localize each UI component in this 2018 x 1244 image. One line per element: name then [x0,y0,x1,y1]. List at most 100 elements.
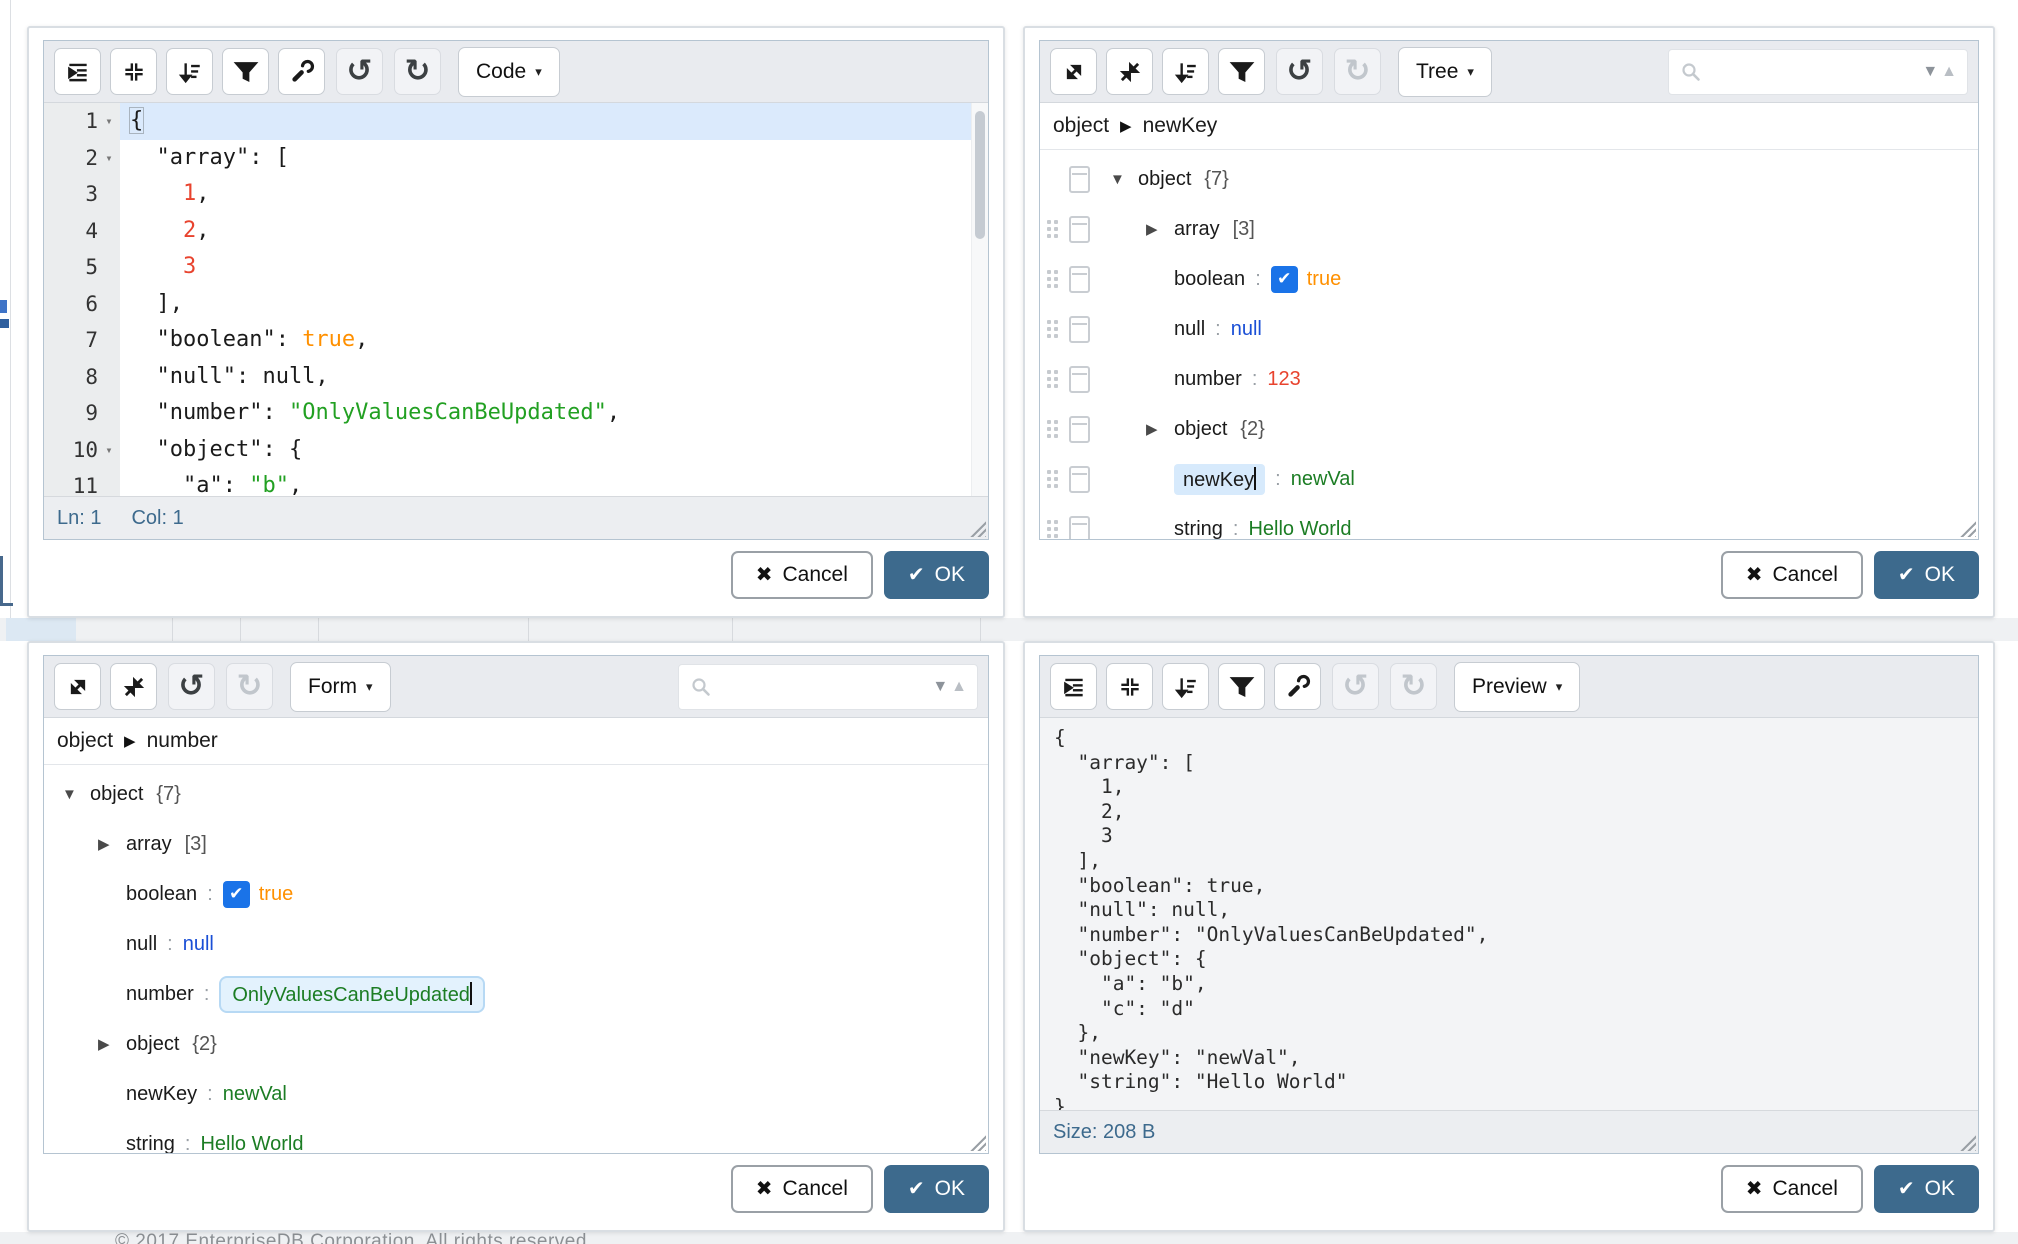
scrollbar-thumb[interactable] [975,111,985,239]
context-menu-button[interactable] [1069,216,1090,243]
format-button[interactable] [54,48,101,95]
field-name[interactable]: number [126,983,194,1006]
mode-select-button[interactable]: Preview▾ [1454,662,1580,712]
field-value[interactable]: OnlyValuesCanBeUpdated [219,976,485,1013]
drag-handle-icon[interactable] [1047,367,1062,391]
collapse-button[interactable] [110,663,157,710]
context-menu-button[interactable] [1069,316,1090,343]
field-name[interactable]: string [126,1133,175,1154]
code-lines[interactable]: { "array": [ 1, 2, 3 ], "boolean": true,… [120,103,988,496]
boolean-checkbox[interactable]: ✔ [223,881,250,908]
code-line[interactable]: "object": { [120,432,988,469]
collapse-button[interactable] [1106,48,1153,95]
undo-button[interactable]: ↺ [1276,48,1323,95]
cancel-button[interactable]: ✖ Cancel [731,1165,873,1213]
code-line[interactable]: "boolean": true, [120,322,988,359]
filter-button[interactable] [1218,48,1265,95]
redo-button[interactable]: ↻ [1334,48,1381,95]
redo-button[interactable]: ↻ [394,48,441,95]
field-name[interactable]: boolean [1174,268,1245,291]
compact-button[interactable] [110,48,157,95]
search-input[interactable] [1711,60,1914,84]
mode-select-button[interactable]: Code▾ [458,47,560,97]
context-menu-button[interactable] [1069,466,1090,493]
field-name[interactable]: null [1174,318,1205,341]
field-value[interactable]: null [1231,318,1262,341]
field-value[interactable]: Hello World [200,1133,303,1154]
field-name[interactable]: array [126,833,172,856]
field-value[interactable]: newVal [1291,468,1355,491]
field-value[interactable]: true [259,883,293,906]
field-value[interactable]: true [1307,268,1341,291]
fold-caret-icon[interactable]: ▾ [98,140,120,177]
code-line[interactable]: { [120,103,988,140]
repair-button[interactable] [278,48,325,95]
field-name[interactable]: object [90,783,143,806]
undo-button[interactable]: ↺ [1332,663,1379,710]
mode-select-button[interactable]: Form▾ [290,662,391,712]
code-line[interactable]: 2, [120,213,988,250]
code-line[interactable]: 1, [120,176,988,213]
field-name[interactable]: string [1174,518,1223,540]
cancel-button[interactable]: ✖ Cancel [1721,1165,1863,1213]
code-line[interactable]: "number": "OnlyValuesCanBeUpdated", [120,395,988,432]
resize-handle-icon[interactable] [969,520,986,537]
breadcrumb-item[interactable]: object [57,729,113,753]
field-name[interactable]: number [1174,368,1242,391]
field-name[interactable]: object [1174,418,1227,441]
repair-button[interactable] [1274,663,1321,710]
drag-handle-icon[interactable] [1047,217,1062,241]
fold-caret-icon[interactable]: ▾ [98,103,120,140]
sort-button[interactable] [166,48,213,95]
field-value[interactable]: 123 [1267,368,1300,391]
drag-handle-icon[interactable] [1047,467,1062,491]
sort-button[interactable] [1162,663,1209,710]
search-input[interactable] [721,675,924,699]
code-editor[interactable]: 1▾2▾345678910▾1112 { "array": [ 1, 2, 3 … [44,103,988,496]
undo-button[interactable]: ↺ [168,663,215,710]
ok-button[interactable]: ✔ OK [884,1165,989,1213]
redo-button[interactable]: ↻ [1390,663,1437,710]
field-name[interactable]: object [126,1033,179,1056]
ok-button[interactable]: ✔ OK [1874,551,1979,599]
compact-button[interactable] [1106,663,1153,710]
expand-node-icon[interactable]: ▶ [1140,220,1174,238]
expand-node-icon[interactable]: ▶ [1140,420,1174,438]
context-menu-button[interactable] [1069,516,1090,540]
next-result-icon[interactable]: ▼ [932,678,948,696]
redo-button[interactable]: ↻ [226,663,273,710]
ok-button[interactable]: ✔ OK [884,551,989,599]
mode-select-button[interactable]: Tree▾ [1398,47,1492,97]
expand-node-icon[interactable]: ▶ [92,835,126,853]
filter-button[interactable] [222,48,269,95]
context-menu-button[interactable] [1069,366,1090,393]
expand-button[interactable] [1050,48,1097,95]
breadcrumb-item[interactable]: number [147,729,218,753]
cancel-button[interactable]: ✖ Cancel [1721,551,1863,599]
field-name[interactable]: boolean [126,883,197,906]
filter-button[interactable] [1218,663,1265,710]
collapse-node-icon[interactable]: ▼ [1104,171,1138,188]
field-name[interactable]: newKey [1174,464,1265,495]
drag-handle-icon[interactable] [1047,317,1062,341]
ok-button[interactable]: ✔ OK [1874,1165,1979,1213]
context-menu-button[interactable] [1069,416,1090,443]
code-line[interactable]: 3 [120,249,988,286]
field-name[interactable]: array [1174,218,1220,241]
field-value[interactable]: newVal [223,1083,287,1106]
fold-caret-icon[interactable]: ▾ [98,432,120,469]
field-value[interactable]: null [183,933,214,956]
drag-handle-icon[interactable] [1047,267,1062,291]
code-line[interactable]: "a": "b", [120,468,988,496]
previous-result-icon[interactable]: ▲ [1941,63,1957,81]
field-name[interactable]: object [1138,168,1191,191]
context-menu-button[interactable] [1069,266,1090,293]
field-value[interactable]: Hello World [1248,518,1351,540]
collapse-node-icon[interactable]: ▼ [56,786,90,803]
next-result-icon[interactable]: ▼ [1922,63,1938,81]
breadcrumb-item[interactable]: newKey [1143,114,1218,138]
field-name[interactable]: null [126,933,157,956]
breadcrumb-item[interactable]: object [1053,114,1109,138]
resize-handle-icon[interactable] [1959,1134,1976,1151]
expand-button[interactable] [54,663,101,710]
